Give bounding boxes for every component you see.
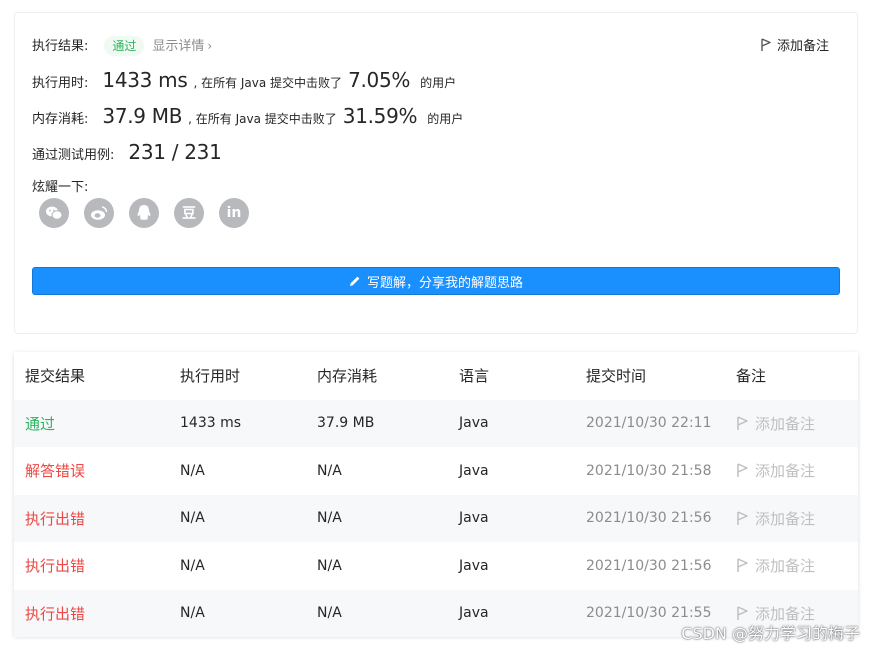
runtime-compare-text: , 在所有 Java 提交中击败了: [193, 76, 343, 90]
submission-status-link[interactable]: 执行出错: [14, 555, 180, 576]
linkedin-glyph: in: [226, 205, 242, 221]
submission-time: 2021/10/30 21:58: [586, 462, 712, 479]
chevron-right-icon: ›: [207, 39, 213, 53]
show-details-label: 显示详情: [152, 39, 205, 54]
share-icons: 豆 in: [39, 198, 249, 228]
runtime-percentile: 7.05%: [348, 68, 411, 92]
status-badge: 通过: [104, 36, 145, 56]
tests-row: 通过测试用例: 231 / 231: [32, 140, 222, 164]
submission-time: 2021/10/30 22:11: [586, 415, 712, 432]
add-note-label: 添加备注: [776, 39, 829, 54]
submission-runtime: 1433 ms: [180, 415, 242, 432]
show-details-link[interactable]: 显示详情 ›: [152, 35, 212, 54]
submission-runtime: N/A: [180, 462, 205, 479]
memory-percentile: 31.59%: [342, 104, 418, 128]
add-note-button[interactable]: 添加备注: [736, 508, 858, 529]
write-solution-button[interactable]: 写题解，分享我的解题思路: [32, 267, 840, 295]
write-solution-label: 写题解，分享我的解题思路: [366, 275, 523, 291]
submission-time: 2021/10/30 21:56: [586, 557, 712, 574]
add-note-button[interactable]: 添加备注: [736, 460, 858, 481]
status-label: 执行结果:: [32, 39, 89, 54]
table-row: 执行出错 N/A N/A Java 2021/10/30 21:56 添加备注: [14, 494, 858, 542]
share-label: 炫耀一下:: [32, 180, 89, 195]
submission-runtime: N/A: [180, 605, 205, 622]
douban-glyph: 豆: [182, 206, 196, 222]
wechat-icon[interactable]: [39, 198, 69, 228]
share-row: 炫耀一下:: [32, 176, 88, 195]
table-row: 解答错误 N/A N/A Java 2021/10/30 21:58 添加备注: [14, 447, 858, 495]
tests-label: 通过测试用例:: [32, 148, 115, 163]
header-runtime: 执行用时: [180, 367, 241, 386]
add-note-label: 添加备注: [755, 509, 816, 528]
submission-memory: N/A: [317, 557, 342, 574]
runtime-value: 1433 ms: [102, 68, 188, 92]
memory-value: 37.9 MB: [102, 104, 183, 128]
weibo-icon[interactable]: [84, 198, 114, 228]
flag-icon: [737, 511, 748, 525]
flag-icon: [761, 37, 771, 51]
memory-label: 内存消耗:: [32, 112, 89, 127]
flag-icon: [737, 416, 748, 430]
header-submit-time: 提交时间: [586, 367, 647, 386]
header-language: 语言: [459, 367, 490, 386]
submission-status-link[interactable]: 执行出错: [14, 508, 180, 529]
status-row: 执行结果: 通过 显示详情 ›: [32, 35, 212, 56]
table-row: 执行出错 N/A N/A Java 2021/10/30 21:56 添加备注: [14, 542, 858, 590]
header-memory: 内存消耗: [317, 367, 378, 386]
runtime-row: 执行用时: 1433 ms , 在所有 Java 提交中击败了 7.05% 的用…: [32, 68, 456, 92]
linkedin-icon[interactable]: in: [219, 198, 249, 228]
tests-value: 231 / 231: [128, 140, 222, 164]
flag-icon: [737, 558, 748, 573]
submission-language: Java: [459, 605, 489, 622]
submission-time: 2021/10/30 21:56: [586, 510, 712, 527]
submission-memory: N/A: [317, 605, 342, 622]
header-note: 备注: [736, 367, 767, 386]
submission-language: Java: [459, 510, 489, 527]
header-status: 提交结果: [25, 367, 86, 386]
runtime-label: 执行用时:: [32, 76, 89, 91]
submission-language: Java: [459, 415, 489, 432]
submission-status-link[interactable]: 解答错误: [14, 460, 180, 481]
submission-language: Java: [459, 462, 489, 479]
submission-memory: N/A: [317, 462, 342, 479]
add-note-button[interactable]: 添加备注: [736, 555, 858, 576]
flag-icon: [737, 463, 748, 478]
memory-compare-text: , 在所有 Java 提交中击败了: [188, 112, 337, 126]
submission-time: 2021/10/30 21:55: [586, 605, 712, 622]
submission-status-link[interactable]: 执行出错: [14, 603, 180, 624]
qq-icon[interactable]: [129, 198, 159, 228]
add-note-label: 添加备注: [755, 557, 816, 576]
watermark: CSDN @努力学习的梅子: [681, 624, 860, 643]
add-note-label: 添加备注: [755, 462, 816, 481]
add-note-label: 添加备注: [755, 414, 816, 433]
douban-icon[interactable]: 豆: [174, 198, 204, 228]
add-note-button[interactable]: 添加备注: [736, 413, 858, 434]
flag-icon: [737, 606, 748, 620]
submission-runtime: N/A: [180, 510, 205, 527]
pencil-icon: [349, 276, 360, 286]
result-card: 执行结果: 通过 显示详情 › 添加备注 执行用时: 1433 ms , 在所有 …: [14, 12, 858, 334]
submission-status-link[interactable]: 通过: [14, 413, 180, 434]
submission-language: Java: [459, 557, 489, 574]
memory-row: 内存消耗: 37.9 MB , 在所有 Java 提交中击败了 31.59% 的…: [32, 104, 463, 128]
add-note-button[interactable]: 添加备注: [760, 35, 829, 54]
submission-memory: N/A: [317, 510, 342, 527]
table-header: 提交结果 执行用时 内存消耗 语言 提交时间 备注: [14, 352, 858, 400]
submission-runtime: N/A: [180, 557, 205, 574]
submission-memory: 37.9 MB: [317, 415, 375, 432]
memory-tail-text: 的用户: [427, 112, 464, 126]
table-body: 通过 1433 ms 37.9 MB Java 2021/10/30 22:11 添加备注…: [14, 399, 858, 637]
runtime-tail-text: 的用户: [420, 76, 457, 90]
table-row: 通过 1433 ms 37.9 MB Java 2021/10/30 22:11 添加备注: [14, 399, 858, 447]
submissions-table: 提交结果 执行用时 内存消耗 语言 提交时间 备注 通过 1433 ms 37.9 …: [14, 352, 858, 637]
